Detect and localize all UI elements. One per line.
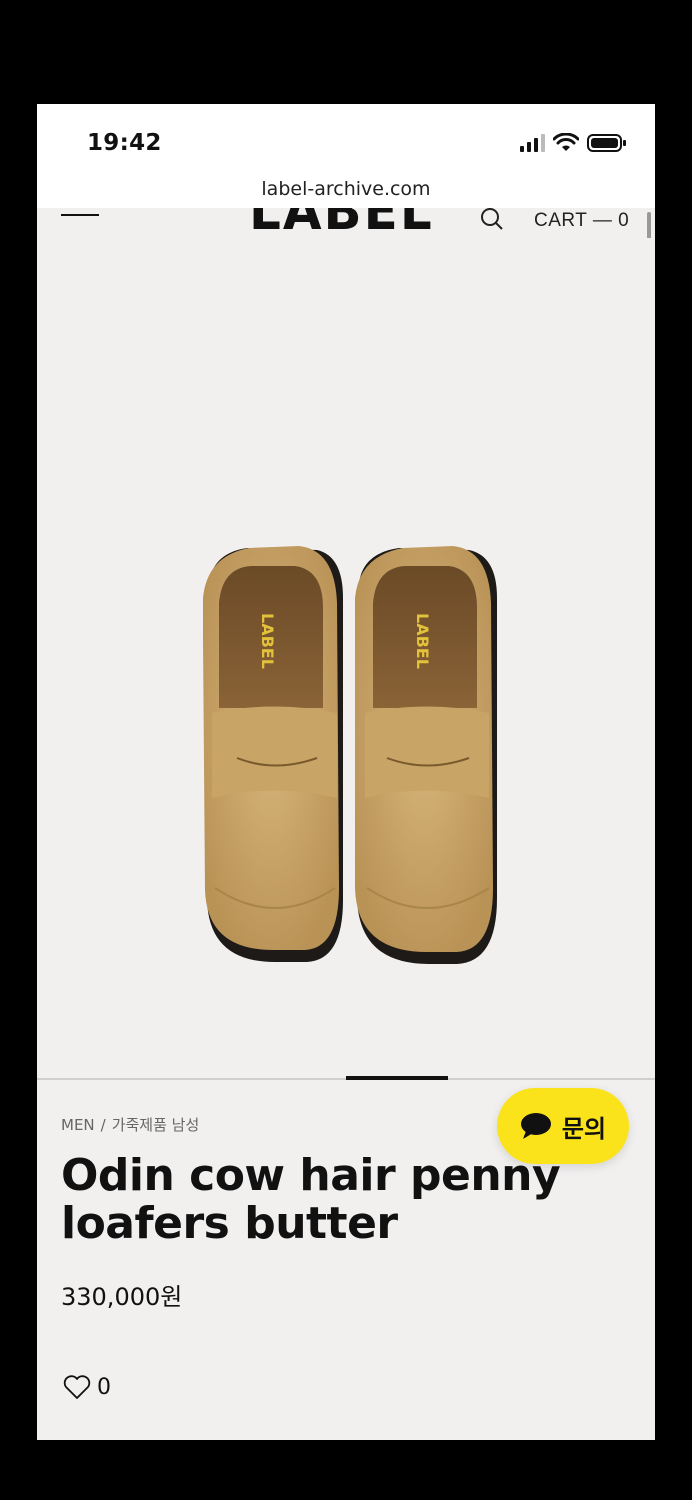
inquiry-chat-button[interactable]: 문의 xyxy=(497,1088,629,1164)
chat-bubble-icon xyxy=(520,1113,551,1139)
status-bar: 19:42 label-archive.com xyxy=(37,104,655,208)
right-loafer: LABEL xyxy=(355,546,497,964)
product-title: Odin cow hair penny loafers butter xyxy=(61,1150,561,1249)
heart-icon[interactable] xyxy=(63,1374,91,1400)
search-icon[interactable] xyxy=(479,208,505,234)
breadcrumb-item[interactable]: MEN xyxy=(61,1116,95,1134)
cart-link[interactable]: CART — 0 xyxy=(534,210,629,232)
insole-brand-right: LABEL xyxy=(413,613,432,669)
carousel-indicator-active[interactable] xyxy=(346,1076,448,1080)
site-logo[interactable]: LABEL xyxy=(249,208,434,238)
system-icons xyxy=(519,133,627,153)
menu-icon[interactable] xyxy=(61,214,99,216)
breadcrumb-item[interactable]: 가죽제품 남성 xyxy=(112,1116,200,1134)
address-bar-url[interactable]: label-archive.com xyxy=(37,178,655,200)
product-price: 330,000원 xyxy=(61,1283,183,1311)
breadcrumb-separator: / xyxy=(100,1116,106,1134)
battery-icon xyxy=(587,134,626,152)
inquiry-label: 문의 xyxy=(561,1114,607,1143)
insole-brand-left: LABEL xyxy=(258,613,277,669)
phone-screen: 19:42 label-archive.com LABEL xyxy=(37,104,655,1440)
like-count: 0 xyxy=(97,1374,111,1400)
wifi-icon xyxy=(553,133,579,151)
like-button[interactable]: 0 xyxy=(63,1374,111,1400)
status-time: 19:42 xyxy=(87,130,162,156)
breadcrumb: MEN / 가죽제품 남성 xyxy=(61,1114,199,1135)
site-header: LABEL CART — 0 xyxy=(37,208,655,238)
left-loafer: LABEL xyxy=(203,546,343,963)
product-image[interactable]: LABEL LABEL xyxy=(37,238,655,1078)
signal-icon xyxy=(520,134,545,152)
